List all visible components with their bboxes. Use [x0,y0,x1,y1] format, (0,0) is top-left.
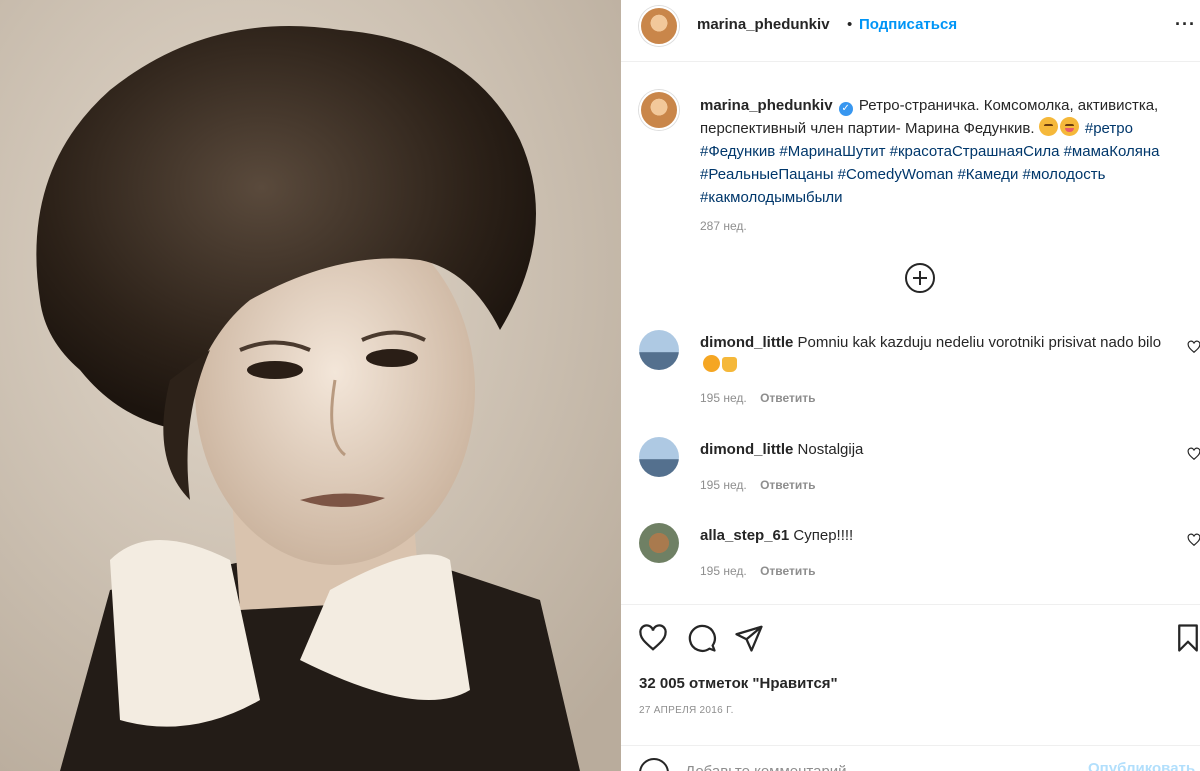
bookmark-icon[interactable] [1173,623,1200,653]
hashtag-link[interactable]: #ретро [1085,120,1133,137]
grinning-emoji-icon [1038,117,1058,136]
comment-timestamp: 195 нед. [700,478,747,492]
hashtag-link[interactable]: #Федункив [700,143,775,160]
follow-button[interactable]: Подписаться [859,16,957,33]
portrait-image [0,0,621,771]
commenter-avatar[interactable] [639,523,679,563]
hashtag-link[interactable]: #какмолодымыбыли [700,189,843,206]
comment-meta: 195 нед. Ответить [700,478,816,492]
hashtag-link[interactable]: #молодость [1023,166,1106,183]
kiss-emoji-icon [703,355,720,372]
comment-body: Nostalgija [797,441,864,458]
author-avatar[interactable] [639,6,679,46]
comment-timestamp: 195 нед. [700,564,747,578]
reply-button[interactable]: Ответить [760,478,815,492]
heart-icon[interactable] [638,623,668,653]
verified-badge-icon: ✓ [838,102,853,116]
comment-meta: 195 нед. Ответить [700,391,816,405]
hashtag-link[interactable]: #МаринаШутит [779,143,885,160]
emoji-picker-icon[interactable] [639,758,669,771]
hashtag-link[interactable]: #красотаСтрашнаяСила [890,143,1060,160]
reply-button[interactable]: Ответить [760,391,815,405]
comment-input[interactable] [685,760,1065,771]
yum-emoji-icon [1059,117,1079,136]
comment-like-heart-icon[interactable] [1187,447,1200,461]
commenter-avatar[interactable] [639,330,679,370]
comment-timestamp: 195 нед. [700,391,747,405]
hashtag-link[interactable]: #Камеди [957,166,1018,183]
publish-button[interactable]: Опубликовать [1088,760,1195,771]
add-comment-bar: Опубликовать [621,745,1200,771]
comment-text: dimond_little Nostalgija [700,439,1170,461]
comment-text: alla_step_61 Супер!!!! [700,525,1170,547]
post-photo [0,0,621,771]
comment-meta: 195 нед. Ответить [700,564,816,578]
reply-button[interactable]: Ответить [760,564,815,578]
share-icon[interactable] [734,623,764,653]
comment-body: Супер!!!! [793,527,854,544]
commenter-avatar[interactable] [639,437,679,477]
thumbs-up-emoji-icon [722,357,737,372]
caption-author-avatar[interactable] [639,90,679,130]
hashtag-link[interactable]: #мамаКоляна [1064,143,1160,160]
author-username-link[interactable]: marina_phedunkiv [697,16,830,33]
post-date: 27 апреля 2016 г. [639,705,734,716]
post-actions: 32 005 отметок "Нравится" 27 апреля 2016… [621,604,1200,771]
comment-icon[interactable] [687,623,717,653]
comment-like-heart-icon[interactable] [1187,533,1200,547]
more-horizontal-icon[interactable]: ··· [1175,14,1196,35]
comment-body: Pomniu kak kazduju nedeliu vorotniki pri… [797,334,1162,351]
commenter-username-link[interactable]: dimond_little [700,441,793,458]
post-details-panel: marina_phedunkiv • Подписаться ··· marin… [621,0,1200,771]
load-more-comments-icon[interactable] [905,263,935,293]
post-header: marina_phedunkiv • Подписаться ··· [621,0,1200,62]
comment-text: dimond_little Pomniu kak kazduju nedeliu… [700,332,1170,376]
commenter-username-link[interactable]: dimond_little [700,334,793,351]
hashtag-link[interactable]: #ComedyWoman [838,166,954,183]
hashtag-link[interactable]: #РеальныеПацаны [700,166,833,183]
separator-dot: • [847,16,853,33]
likes-count[interactable]: 32 005 отметок "Нравится" [639,675,838,692]
caption-username-link[interactable]: marina_phedunkiv [700,97,833,114]
comment-like-heart-icon[interactable] [1187,340,1200,354]
caption-timestamp: 287 нед. [700,219,747,233]
commenter-username-link[interactable]: alla_step_61 [700,527,789,544]
caption-text: marina_phedunkiv ✓ Ретро-страничка. Комс… [700,94,1200,209]
